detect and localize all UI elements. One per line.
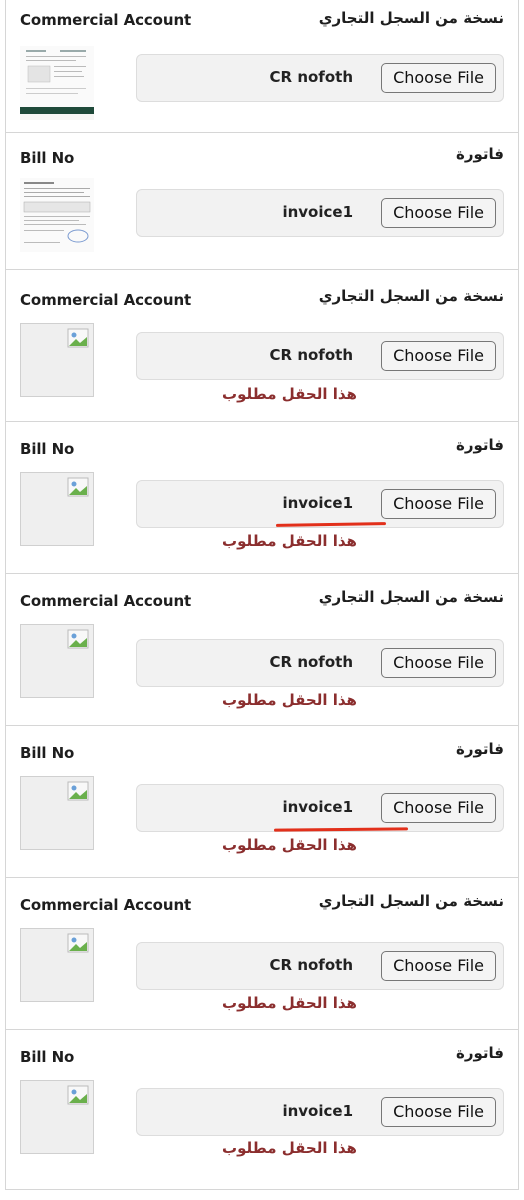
file-name: invoice1	[282, 1102, 353, 1120]
file-name: CR nofoth	[269, 68, 353, 86]
required-error: هذا الحقل مطلوب	[222, 1139, 357, 1157]
field-label-en: Bill No	[20, 744, 75, 762]
choose-file-button[interactable]: Choose File	[381, 648, 496, 678]
upload-row-commercial-account: Commercial Account نسخة من السجل التجاري…	[5, 0, 519, 133]
field-label-ar: نسخة من السجل التجاري	[318, 892, 504, 910]
file-name: CR nofoth	[269, 653, 353, 671]
file-name: CR nofoth	[269, 956, 353, 974]
field-label-en: Bill No	[20, 149, 75, 167]
choose-file-button[interactable]: Choose File	[381, 793, 496, 823]
document-thumbnail	[20, 178, 94, 252]
choose-file-button[interactable]: Choose File	[381, 489, 496, 519]
field-label-en: Bill No	[20, 440, 75, 458]
broken-image-icon	[20, 624, 94, 698]
upload-row-bill-no: Bill No فاتورة invoice1 Choose File	[5, 133, 519, 270]
document-thumbnail	[20, 46, 94, 120]
upload-form: Commercial Account نسخة من السجل التجاري…	[5, 0, 519, 1190]
required-error: هذا الحقل مطلوب	[222, 532, 357, 550]
field-label-ar: فاتورة	[456, 740, 504, 758]
required-error: هذا الحقل مطلوب	[222, 994, 357, 1012]
file-name: invoice1	[282, 494, 353, 512]
choose-file-button[interactable]: Choose File	[381, 1097, 496, 1127]
file-input[interactable]: invoice1 Choose File	[136, 1088, 504, 1136]
required-error: هذا الحقل مطلوب	[222, 691, 357, 709]
field-label-ar: فاتورة	[456, 436, 504, 454]
field-label-ar: نسخة من السجل التجاري	[318, 287, 504, 305]
file-input[interactable]: CR nofoth Choose File	[136, 942, 504, 990]
field-label-en: Commercial Account	[20, 11, 192, 29]
choose-file-button[interactable]: Choose File	[381, 63, 496, 93]
file-input[interactable]: CR nofoth Choose File	[136, 639, 504, 687]
broken-image-icon	[20, 776, 94, 850]
field-label-en: Commercial Account	[20, 592, 192, 610]
broken-image-icon	[20, 1080, 94, 1154]
required-error: هذا الحقل مطلوب	[222, 836, 357, 854]
file-name: invoice1	[282, 798, 353, 816]
file-input[interactable]: CR nofoth Choose File	[136, 54, 504, 102]
choose-file-button[interactable]: Choose File	[381, 951, 496, 981]
field-label-ar: نسخة من السجل التجاري	[318, 9, 504, 27]
field-label-en: Bill No	[20, 1048, 75, 1066]
field-label-ar: نسخة من السجل التجاري	[318, 588, 504, 606]
upload-row-bill-no: Bill No فاتورة invoice1 Choose File هذا …	[5, 1030, 519, 1190]
choose-file-button[interactable]: Choose File	[381, 198, 496, 228]
field-label-en: Commercial Account	[20, 896, 192, 914]
broken-image-icon	[20, 472, 94, 546]
required-error: هذا الحقل مطلوب	[222, 385, 357, 403]
field-label-en: Commercial Account	[20, 291, 192, 309]
broken-image-icon	[20, 323, 94, 397]
upload-row-commercial-account: Commercial Account نسخة من السجل التجاري…	[5, 878, 519, 1030]
file-input[interactable]: invoice1 Choose File	[136, 784, 504, 832]
upload-row-commercial-account: Commercial Account نسخة من السجل التجاري…	[5, 270, 519, 422]
file-name: invoice1	[282, 203, 353, 221]
choose-file-button[interactable]: Choose File	[381, 341, 496, 371]
broken-image-icon	[20, 928, 94, 1002]
file-input[interactable]: CR nofoth Choose File	[136, 332, 504, 380]
upload-row-bill-no: Bill No فاتورة invoice1 Choose File هذا …	[5, 726, 519, 878]
file-input[interactable]: invoice1 Choose File	[136, 189, 504, 237]
upload-row-bill-no: Bill No فاتورة invoice1 Choose File هذا …	[5, 422, 519, 574]
file-name: CR nofoth	[269, 346, 353, 364]
upload-row-commercial-account: Commercial Account نسخة من السجل التجاري…	[5, 574, 519, 726]
field-label-ar: فاتورة	[456, 1044, 504, 1062]
field-label-ar: فاتورة	[456, 145, 504, 163]
file-input[interactable]: invoice1 Choose File	[136, 480, 504, 528]
